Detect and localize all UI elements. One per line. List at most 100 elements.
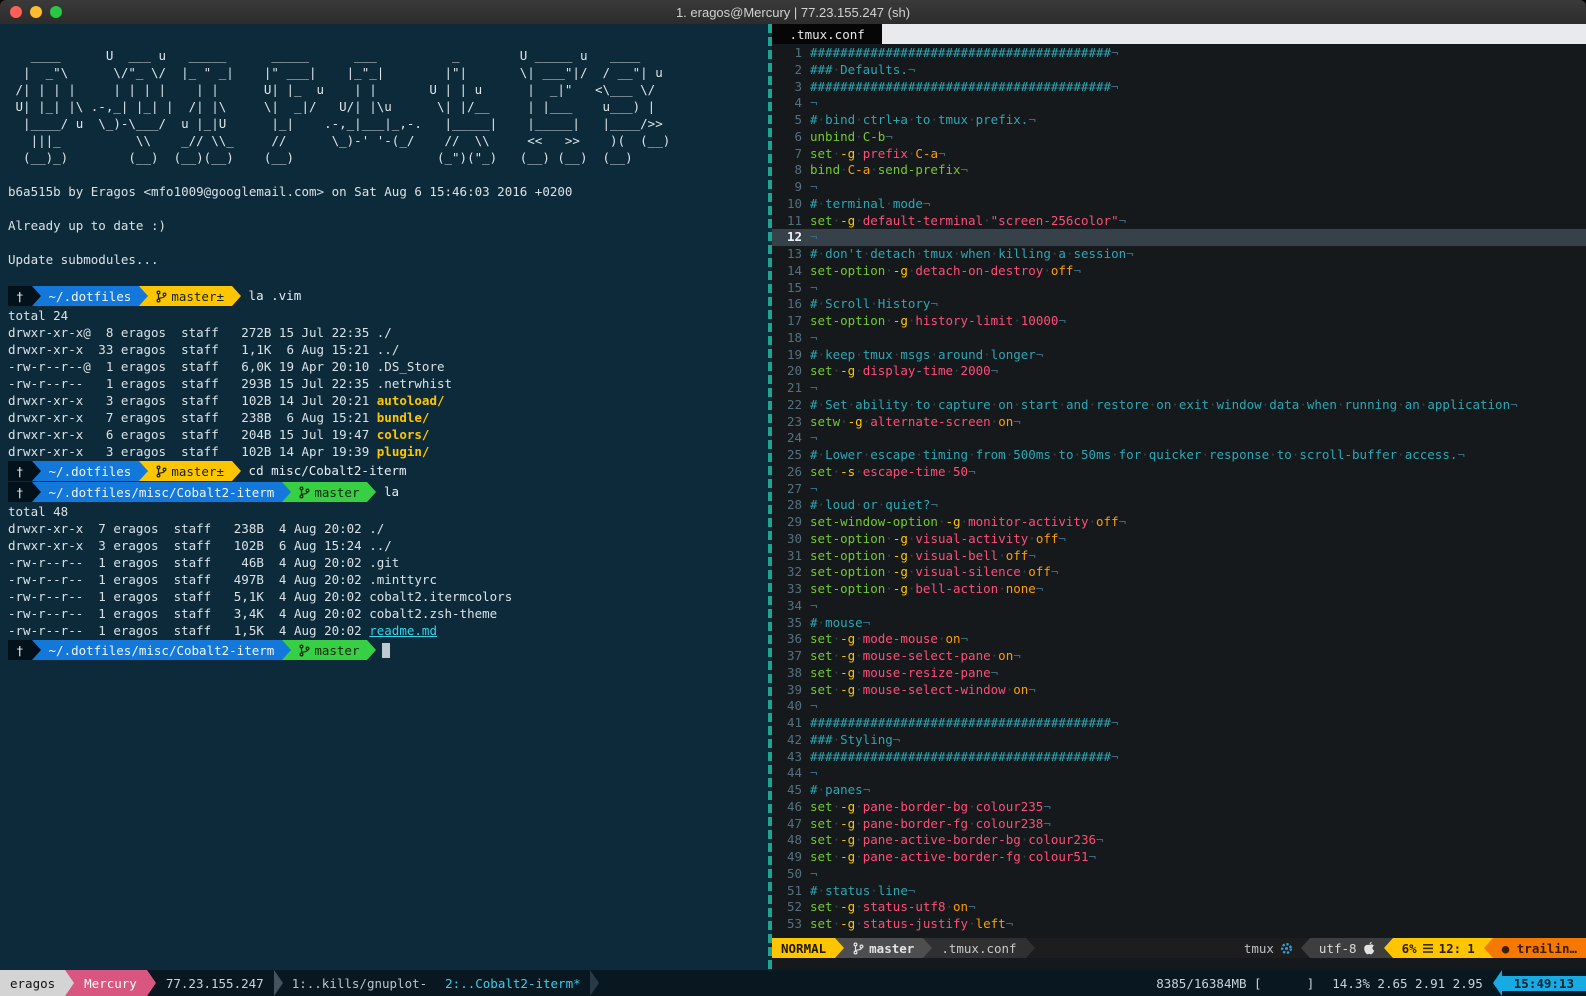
vim-line[interactable]: 20set·-g·display-time·2000¬ bbox=[772, 363, 1586, 380]
vim-line[interactable]: 39set·-g·mouse-select-window·on¬ bbox=[772, 682, 1586, 699]
window-title: 1. eragos@Mercury | 77.23.155.247 (sh) bbox=[0, 5, 1586, 20]
vim-line[interactable]: 24¬ bbox=[772, 430, 1586, 447]
eol-marker: ¬ bbox=[1013, 648, 1021, 663]
vim-line[interactable]: 33set-option·-g·bell-action·none¬ bbox=[772, 581, 1586, 598]
powerline-arrow bbox=[232, 286, 241, 306]
line-number: 16 bbox=[772, 296, 810, 313]
vim-line[interactable]: 9¬ bbox=[772, 179, 1586, 196]
vim-line[interactable]: 22#·Set·ability·to·capture·on·start·and·… bbox=[772, 397, 1586, 414]
vim-line[interactable]: 7set·-g·prefix·C-a¬ bbox=[772, 146, 1586, 163]
line-number: 40 bbox=[772, 698, 810, 715]
column-indicator: 1 bbox=[1467, 941, 1475, 956]
line-number-icon bbox=[1423, 944, 1433, 953]
vim-line[interactable]: 19#·keep·tmux·msgs·around·longer¬ bbox=[772, 347, 1586, 364]
vim-line[interactable]: 2###·Defaults.¬ bbox=[772, 62, 1586, 79]
line-number: 27 bbox=[772, 481, 810, 498]
line-number: 52 bbox=[772, 899, 810, 916]
tmux-panes: ____ U ___ u _____ _____ ___ _ U _____ u… bbox=[0, 24, 1586, 970]
vim-line[interactable]: 10#·terminal·mode¬ bbox=[772, 196, 1586, 213]
vim-line[interactable]: 46set·-g·pane-border-bg·colour235¬ bbox=[772, 799, 1586, 816]
vim-line[interactable]: 23setw·-g·alternate-screen·on¬ bbox=[772, 414, 1586, 431]
prompt-path-segment: ~/.dotfiles/misc/Cobalt2-iterm bbox=[41, 640, 283, 660]
eol-marker: ¬ bbox=[1119, 213, 1127, 228]
prompt-status-segment: † bbox=[8, 286, 32, 306]
line-number: 4 bbox=[772, 95, 810, 112]
line-indicator: 12: bbox=[1439, 941, 1462, 956]
vim-line[interactable]: 40¬ bbox=[772, 698, 1586, 715]
vim-line[interactable]: 47set·-g·pane-border-fg·colour238¬ bbox=[772, 816, 1586, 833]
vim-line[interactable]: 18¬ bbox=[772, 330, 1586, 347]
eol-marker: ¬ bbox=[1013, 414, 1021, 429]
vim-line[interactable]: 31set-option·-g·visual-bell·off¬ bbox=[772, 548, 1586, 565]
vim-line[interactable]: 36set·-g·mode-mouse·on¬ bbox=[772, 631, 1586, 648]
line-number: 28 bbox=[772, 497, 810, 514]
line-number: 53 bbox=[772, 916, 810, 933]
vim-line[interactable]: 4¬ bbox=[772, 95, 1586, 112]
eol-marker: ¬ bbox=[1043, 799, 1051, 814]
tmux-window-1[interactable]: 1:..kills/gnuplot- bbox=[283, 970, 436, 996]
file-name: ../ bbox=[369, 538, 392, 553]
eol-marker: ¬ bbox=[810, 380, 818, 395]
eol-marker: ¬ bbox=[991, 665, 999, 680]
vim-line[interactable]: 30set-option·-g·visual-activity·off¬ bbox=[772, 531, 1586, 548]
vim-line[interactable]: 34¬ bbox=[772, 598, 1586, 615]
vim-line[interactable]: 26set·-s·escape-time·50¬ bbox=[772, 464, 1586, 481]
vim-line[interactable]: 5#·bind·ctrl+a·to·tmux·prefix.¬ bbox=[772, 112, 1586, 129]
vim-line[interactable]: 29set-window-option·-g·monitor-activity·… bbox=[772, 514, 1586, 531]
vim-line[interactable]: 50¬ bbox=[772, 866, 1586, 883]
eol-marker: ¬ bbox=[968, 464, 976, 479]
vim-line[interactable]: 27¬ bbox=[772, 481, 1586, 498]
vim-line[interactable]: 38set·-g·mouse-resize-pane¬ bbox=[772, 665, 1586, 682]
vim-line[interactable]: 14set-option·-g·detach-on-destroy·off¬ bbox=[772, 263, 1586, 280]
file-name: plugin/ bbox=[377, 444, 430, 459]
vim-line[interactable]: 11set·-g·default-terminal·"screen-256col… bbox=[772, 213, 1586, 230]
file-link[interactable]: readme.md bbox=[369, 623, 437, 638]
vim-line[interactable]: 3#######################################… bbox=[772, 79, 1586, 96]
vim-line[interactable]: 45#·panes¬ bbox=[772, 782, 1586, 799]
vim-line[interactable]: 21¬ bbox=[772, 380, 1586, 397]
vim-line[interactable]: 8bind·C-a·send-prefix¬ bbox=[772, 162, 1586, 179]
vim-line[interactable]: 16#·Scroll·History¬ bbox=[772, 296, 1586, 313]
ascii-banner-line: ____ U ___ u _____ _____ ___ _ U _____ u… bbox=[8, 47, 768, 64]
vim-line[interactable]: 48set·-g·pane-active-border-bg·colour236… bbox=[772, 832, 1586, 849]
vim-pane[interactable]: .tmux.conf 1############################… bbox=[772, 24, 1586, 970]
vim-line[interactable]: 52set·-g·status-utf8·on¬ bbox=[772, 899, 1586, 916]
vim-line[interactable]: 6unbind·C-b¬ bbox=[772, 129, 1586, 146]
vim-line[interactable]: 44¬ bbox=[772, 765, 1586, 782]
shell-prompt-active[interactable]: †~/.dotfiles/misc/Cobalt2-itermmaster bbox=[8, 640, 768, 660]
vim-line[interactable]: 35#·mouse¬ bbox=[772, 615, 1586, 632]
vim-line[interactable]: 42###·Styling¬ bbox=[772, 732, 1586, 749]
vim-line[interactable]: 13#·don't·detach·tmux·when·killing·a·ses… bbox=[772, 246, 1586, 263]
tmux-status-bar: eragos Mercury 77.23.155.247 1:..kills/g… bbox=[0, 970, 1586, 996]
shell-pane[interactable]: ____ U ___ u _____ _____ ___ _ U _____ u… bbox=[0, 24, 768, 970]
eol-marker: ¬ bbox=[1043, 816, 1051, 831]
vim-line[interactable]: 51#·status·line¬ bbox=[772, 883, 1586, 900]
vim-line[interactable]: 15¬ bbox=[772, 280, 1586, 297]
vim-line[interactable]: 25#·Lower·escape·timing·from·500ms·to·50… bbox=[772, 447, 1586, 464]
file-name: cobalt2.itermcolors bbox=[369, 589, 512, 604]
git-branch-icon bbox=[156, 290, 167, 303]
vim-tab-tmux-conf[interactable]: .tmux.conf bbox=[772, 24, 882, 44]
vim-line[interactable]: 17set-option·-g·history-limit·10000¬ bbox=[772, 313, 1586, 330]
file-name: .DS_Store bbox=[377, 359, 445, 374]
prompt-branch-segment: master± bbox=[148, 461, 232, 481]
vim-line[interactable]: 28#·loud·or·quiet?¬ bbox=[772, 497, 1586, 514]
vim-line[interactable]: 53set·-g·status-justify·left¬ bbox=[772, 916, 1586, 933]
powerline-arrow bbox=[282, 640, 291, 660]
vim-line[interactable]: 43######################################… bbox=[772, 749, 1586, 766]
vim-buffer[interactable]: 1#######################################… bbox=[772, 44, 1586, 938]
vim-line[interactable]: 41######################################… bbox=[772, 715, 1586, 732]
listing-row: -rw-r--r-- 1 eragos staff 3,4K 4 Aug 20:… bbox=[8, 605, 768, 622]
vim-line[interactable]: 49set·-g·pane-active-border-fg·colour51¬ bbox=[772, 849, 1586, 866]
tmux-window-2-active[interactable]: 2:..Cobalt2-iterm* bbox=[436, 970, 589, 996]
line-number: 9 bbox=[772, 179, 810, 196]
typed-command: la bbox=[376, 482, 399, 502]
vim-line[interactable]: 1#######################################… bbox=[772, 45, 1586, 62]
vim-line[interactable]: 37set·-g·mouse-select-pane·on¬ bbox=[772, 648, 1586, 665]
prompt-path-segment: ~/.dotfiles bbox=[41, 461, 140, 481]
vim-cursor-line[interactable]: 12¬ bbox=[772, 229, 1586, 246]
eol-marker: ¬ bbox=[810, 698, 818, 713]
statusline-fill: tmux bbox=[1035, 938, 1301, 958]
line-number: 20 bbox=[772, 363, 810, 380]
vim-line[interactable]: 32set-option·-g·visual-silence·off¬ bbox=[772, 564, 1586, 581]
